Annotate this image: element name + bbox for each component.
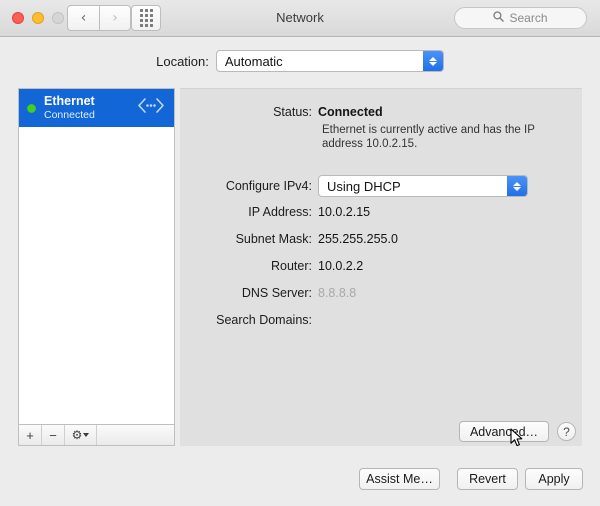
location-row: Location: Automatic xyxy=(0,50,600,72)
router-label: Router: xyxy=(271,259,312,273)
sidebar-item-ethernet[interactable]: Ethernet Connected xyxy=(19,89,174,127)
add-service-button[interactable]: + xyxy=(19,425,42,445)
sidebar-item-status: Connected xyxy=(44,108,95,121)
status-description: Ethernet is currently active and has the… xyxy=(322,124,535,150)
router-row: Router: 10.0.2.2 xyxy=(182,258,363,274)
sidebar-item-texts: Ethernet Connected xyxy=(44,95,132,120)
subnet-mask-label: Subnet Mask: xyxy=(235,232,312,246)
assist-me-button[interactable]: Assist Me… xyxy=(359,468,440,490)
status-label: Status: xyxy=(273,105,312,119)
gear-icon: ⚙ xyxy=(71,428,83,442)
sidebar-item-label: Ethernet xyxy=(44,94,95,109)
configure-ipv4-row: Configure IPv4: Using DHCP xyxy=(182,175,528,197)
toolbar-filler xyxy=(97,425,174,445)
plus-icon: + xyxy=(26,427,34,443)
configure-ipv4-popup-button[interactable]: Using DHCP xyxy=(318,175,528,197)
chevron-updown-icon xyxy=(507,176,527,196)
window-footer: Assist Me… Revert Apply xyxy=(0,462,600,506)
help-button[interactable]: ? xyxy=(557,422,576,441)
service-actions-button[interactable]: ⚙ xyxy=(65,425,97,445)
search-field[interactable]: Search xyxy=(454,7,587,29)
location-label: Location: xyxy=(156,53,209,69)
location-value: Automatic xyxy=(224,53,283,69)
network-services-list[interactable]: Ethernet Connected xyxy=(18,88,175,425)
advanced-button[interactable]: Advanced… xyxy=(459,421,549,442)
router-value: 10.0.2.2 xyxy=(318,259,364,273)
configure-ipv4-label: Configure IPv4: xyxy=(225,179,312,193)
dns-server-value[interactable]: 8.8.8.8 xyxy=(318,285,356,301)
status-row: Status: Connected xyxy=(182,104,383,120)
search-domains-label: Search Domains: xyxy=(216,313,312,327)
chevron-down-icon xyxy=(83,433,90,437)
ip-address-value: 10.0.2.15 xyxy=(318,205,371,219)
configure-ipv4-value: Using DHCP xyxy=(327,178,401,194)
ip-address-label: IP Address: xyxy=(248,205,312,219)
location-popup-button[interactable]: Automatic xyxy=(215,50,444,72)
ethernet-icon xyxy=(136,97,166,119)
revert-button[interactable]: Revert xyxy=(457,468,518,490)
search-placeholder: Search xyxy=(509,11,548,25)
ip-address-row: IP Address: 10.0.2.15 xyxy=(182,204,370,220)
subnet-mask-value: 255.255.255.0 xyxy=(318,232,398,246)
search-domains-row: Search Domains: xyxy=(182,312,318,328)
remove-service-button[interactable]: − xyxy=(42,425,65,445)
search-icon xyxy=(493,9,505,27)
subnet-mask-row: Subnet Mask: 255.255.255.0 xyxy=(182,231,398,247)
dns-server-label: DNS Server: xyxy=(241,286,312,300)
status-value: Connected xyxy=(318,105,383,119)
minus-icon: − xyxy=(49,427,57,443)
window-titlebar: ‹ › Network Search xyxy=(0,0,600,37)
dns-server-row: DNS Server: 8.8.8.8 xyxy=(182,285,356,301)
status-dot-icon xyxy=(27,103,36,113)
network-preferences-window: ‹ › Network Search Location: Automatic E… xyxy=(0,0,600,506)
chevron-updown-icon xyxy=(422,51,443,71)
services-list-toolbar: + − ⚙ xyxy=(18,425,175,446)
apply-button[interactable]: Apply xyxy=(525,468,583,490)
